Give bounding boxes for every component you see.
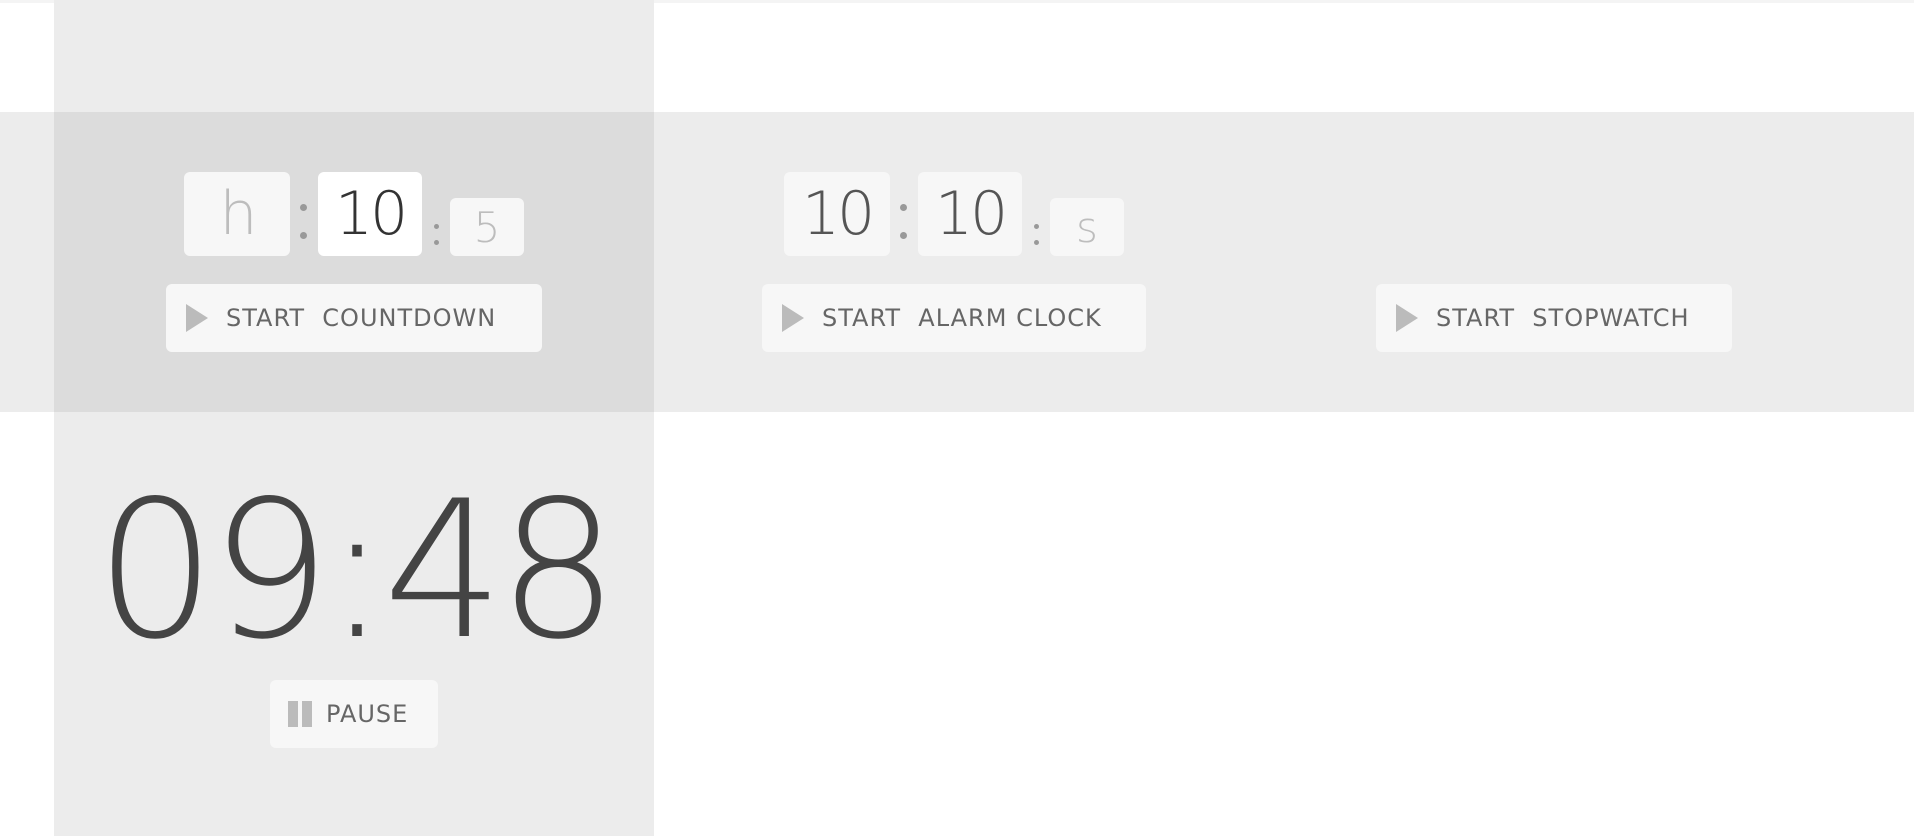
start-stopwatch-button[interactable]: START STOPWATCH — [1376, 284, 1732, 352]
alarm-hours-field[interactable]: 10 — [784, 172, 890, 256]
countdown-seconds-field[interactable]: 5 — [450, 198, 524, 256]
start-countdown-label: START COUNTDOWN — [226, 304, 497, 332]
countdown-minutes-text: 10 — [334, 179, 408, 249]
start-alarm-clock-label: START ALARM CLOCK — [822, 304, 1102, 332]
start-countdown-button[interactable]: START COUNTDOWN — [166, 284, 542, 352]
play-icon — [782, 304, 804, 332]
countdown-hours-text: h — [219, 179, 257, 249]
countdown-display: 09:48 — [95, 459, 619, 681]
pause-icon — [288, 701, 312, 727]
start-stopwatch-label: START STOPWATCH — [1436, 304, 1690, 332]
alarm-minutes-field[interactable]: 10 — [918, 172, 1022, 256]
alarm-seconds-text: s — [1076, 202, 1098, 252]
countdown-hours-field[interactable]: h — [184, 172, 290, 256]
pause-label: PAUSE — [326, 700, 409, 728]
play-icon — [186, 304, 208, 332]
countdown-seconds-text: 5 — [473, 202, 501, 252]
pause-button[interactable]: PAUSE — [270, 680, 438, 748]
countdown-controls-panel — [54, 112, 654, 412]
countdown-minutes-field[interactable]: 10 — [318, 172, 422, 256]
alarm-seconds-field[interactable]: s — [1050, 198, 1124, 256]
start-alarm-clock-button[interactable]: START ALARM CLOCK — [762, 284, 1146, 352]
alarm-minutes-text: 10 — [934, 179, 1008, 249]
play-icon — [1396, 304, 1418, 332]
alarm-hours-text: 10 — [801, 179, 875, 249]
